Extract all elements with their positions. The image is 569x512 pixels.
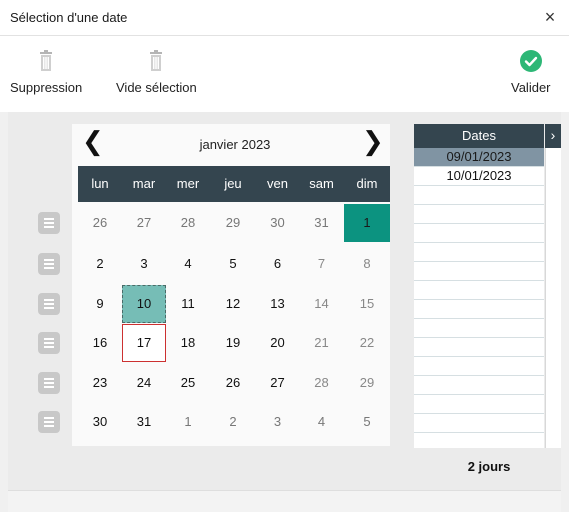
day-cell[interactable]: 30 bbox=[78, 403, 122, 441]
dates-expand-button[interactable]: › bbox=[545, 124, 561, 148]
week-select-button[interactable] bbox=[38, 372, 60, 394]
day-cell[interactable]: 2 bbox=[78, 245, 122, 283]
week-select-button[interactable] bbox=[38, 212, 60, 234]
window-title: Sélection d'une date bbox=[10, 10, 128, 25]
weekday-label: lun bbox=[78, 166, 122, 202]
day-cell[interactable]: 24 bbox=[122, 364, 166, 402]
day-cell[interactable]: 14 bbox=[299, 285, 344, 323]
day-cell[interactable]: 7 bbox=[299, 245, 344, 283]
day-cell[interactable]: 5 bbox=[210, 245, 256, 283]
day-cell[interactable]: 29 bbox=[344, 364, 390, 402]
date-row[interactable] bbox=[414, 262, 544, 281]
prev-month-button[interactable]: ❮ bbox=[82, 126, 104, 156]
date-row[interactable] bbox=[414, 395, 544, 414]
day-cell[interactable]: 12 bbox=[210, 285, 256, 323]
date-row[interactable] bbox=[414, 186, 544, 205]
day-cell[interactable]: 28 bbox=[299, 364, 344, 402]
weekday-label: ven bbox=[256, 166, 299, 202]
week-select-button[interactable] bbox=[38, 332, 60, 354]
date-row[interactable] bbox=[414, 357, 544, 376]
day-cell[interactable]: 26 bbox=[210, 364, 256, 402]
status-bar bbox=[8, 490, 561, 512]
close-button[interactable]: × bbox=[539, 5, 561, 29]
day-cell[interactable]: 5 bbox=[344, 403, 390, 441]
day-cell[interactable]: 15 bbox=[344, 285, 390, 323]
day-cell[interactable]: 27 bbox=[122, 204, 166, 242]
day-cell[interactable]: 3 bbox=[256, 403, 299, 441]
date-row[interactable]: 10/01/2023 bbox=[414, 167, 544, 186]
day-cell[interactable]: 2 bbox=[210, 403, 256, 441]
day-count: 2 jours bbox=[467, 459, 511, 474]
day-cell[interactable]: 1 bbox=[344, 204, 390, 242]
date-row[interactable] bbox=[414, 338, 544, 357]
day-cell[interactable]: 13 bbox=[256, 285, 299, 323]
day-cell[interactable]: 22 bbox=[344, 324, 390, 362]
day-cell[interactable]: 25 bbox=[166, 364, 210, 402]
day-cell[interactable]: 29 bbox=[210, 204, 256, 242]
week-select-button[interactable] bbox=[38, 253, 60, 275]
title-bar: Sélection d'une date × bbox=[0, 0, 569, 36]
day-cell[interactable]: 30 bbox=[256, 204, 299, 242]
day-cell[interactable]: 23 bbox=[78, 364, 122, 402]
date-row[interactable] bbox=[414, 281, 544, 300]
dates-list: 09/01/2023 10/01/2023 bbox=[414, 148, 544, 448]
delete-label: Suppression bbox=[10, 80, 83, 95]
day-cell[interactable]: 21 bbox=[299, 324, 344, 362]
weekday-label: dim bbox=[344, 166, 390, 202]
day-cell[interactable]: 28 bbox=[166, 204, 210, 242]
clear-selection-label: Vide sélection bbox=[116, 80, 197, 95]
trash-icon bbox=[40, 50, 53, 71]
day-cell[interactable]: 4 bbox=[166, 245, 210, 283]
day-cell[interactable]: 6 bbox=[256, 245, 299, 283]
weekday-label: jeu bbox=[210, 166, 256, 202]
dates-header: Dates bbox=[414, 124, 544, 148]
day-cell[interactable]: 26 bbox=[78, 204, 122, 242]
weekday-label: mer bbox=[166, 166, 210, 202]
validate-button[interactable]: Valider bbox=[511, 50, 551, 95]
day-cell[interactable]: 31 bbox=[299, 204, 344, 242]
day-cell[interactable]: 10 bbox=[122, 285, 166, 323]
day-cell[interactable]: 19 bbox=[210, 324, 256, 362]
date-row[interactable] bbox=[414, 319, 544, 338]
dates-side-column bbox=[545, 148, 561, 448]
date-row[interactable]: 09/01/2023 bbox=[414, 148, 544, 167]
day-cell[interactable]: 27 bbox=[256, 364, 299, 402]
day-cell[interactable]: 18 bbox=[166, 324, 210, 362]
weekday-label: sam bbox=[299, 166, 344, 202]
day-cell[interactable]: 1 bbox=[166, 403, 210, 441]
day-cell[interactable]: 3 bbox=[122, 245, 166, 283]
clear-selection-button[interactable]: Vide sélection bbox=[116, 50, 197, 95]
day-cell[interactable]: 9 bbox=[78, 285, 122, 323]
month-label: janvier 2023 bbox=[199, 137, 271, 152]
next-month-button[interactable]: ❯ bbox=[362, 126, 384, 156]
weekday-label: mar bbox=[122, 166, 166, 202]
day-cell[interactable]: 17 bbox=[122, 324, 166, 362]
validate-label: Valider bbox=[511, 80, 551, 95]
day-cell[interactable]: 11 bbox=[166, 285, 210, 323]
date-row[interactable] bbox=[414, 205, 544, 224]
delete-button[interactable]: Suppression bbox=[10, 50, 82, 95]
day-cell[interactable]: 4 bbox=[299, 403, 344, 441]
week-select-button[interactable] bbox=[38, 411, 60, 433]
toolbar: Suppression Vide sélection Valider bbox=[0, 36, 569, 112]
date-row[interactable] bbox=[414, 300, 544, 319]
check-circle-icon bbox=[519, 50, 542, 72]
date-row[interactable] bbox=[414, 414, 544, 433]
week-select-button[interactable] bbox=[38, 293, 60, 315]
date-row[interactable] bbox=[414, 376, 544, 395]
day-cell[interactable]: 20 bbox=[256, 324, 299, 362]
trash-icon bbox=[150, 50, 163, 71]
date-row[interactable] bbox=[414, 243, 544, 262]
day-cell[interactable]: 16 bbox=[78, 324, 122, 362]
day-cell[interactable]: 31 bbox=[122, 403, 166, 441]
day-cell[interactable]: 8 bbox=[344, 245, 390, 283]
date-row[interactable] bbox=[414, 224, 544, 243]
